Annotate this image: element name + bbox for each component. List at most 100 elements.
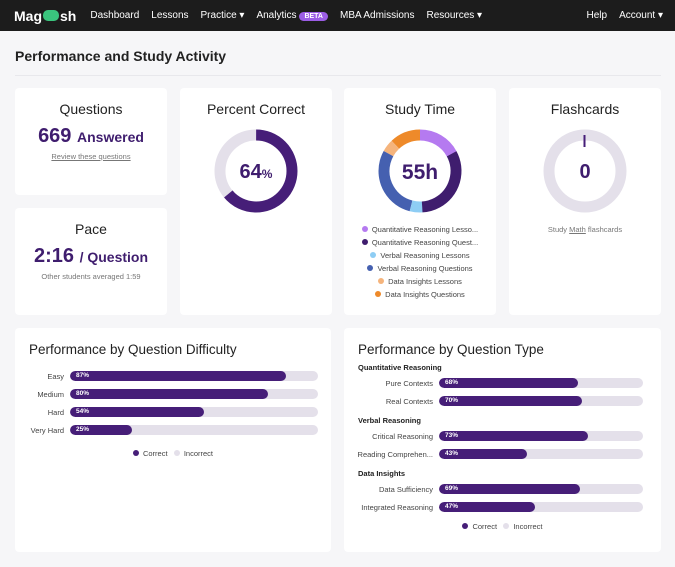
incorrect-dot <box>173 450 180 456</box>
bar-track: 43% <box>439 449 643 459</box>
card-title: Questions <box>59 101 123 117</box>
bar-track: 47% <box>439 502 643 512</box>
bar-fill: 87% <box>70 371 286 381</box>
questions-card: Questions 669 Answered Review these ques… <box>15 88 167 195</box>
question-type-card: Performance by Question Type Quantitativ… <box>344 328 661 552</box>
card-title: Performance by Question Type <box>358 342 544 357</box>
bar-track: 68% <box>439 378 643 388</box>
legend-item: Data Insights Questions <box>344 288 496 301</box>
pace-note: Other students averaged 1:59 <box>41 272 141 281</box>
bar-row: Pure Contexts 68% <box>344 374 661 392</box>
difficulty-card: Performance by Question Difficulty Easy 8… <box>15 328 331 552</box>
nav-mba-admissions[interactable]: MBA Admissions <box>340 10 414 21</box>
bar-row: Real Contexts 70% <box>344 392 661 410</box>
questions-count: 669 Answered <box>15 125 167 148</box>
bar-track: 73% <box>439 431 643 441</box>
bar-fill: 47% <box>439 502 535 512</box>
nav-help[interactable]: Help <box>586 10 607 21</box>
legend-item: Data Insights Lessons <box>344 275 496 288</box>
correct-dot <box>462 523 469 529</box>
bar-label: Hard <box>47 407 64 417</box>
bar-fill: 80% <box>70 389 269 399</box>
legend-label: Quantitative Reasoning Lesso... <box>371 225 479 234</box>
count-value: 669 <box>38 125 72 147</box>
legend-item: Verbal Reasoning Lessons <box>344 249 496 262</box>
card-title: Flashcards <box>550 101 620 117</box>
bar-label: Real Contexts <box>385 396 433 406</box>
note-post: flashcards <box>585 225 623 234</box>
nav-practice[interactable]: Practice ▾ <box>201 10 245 21</box>
nav-lessons[interactable]: Lessons <box>151 10 188 21</box>
card-title: Pace <box>75 221 107 237</box>
flashcards-note: Study Math flashcards <box>509 225 661 234</box>
flashcards-card: Flashcards 0 Study Math flashcards <box>509 88 661 315</box>
nav-resources[interactable]: Resources ▾ <box>426 10 482 21</box>
bar-row: Very Hard 25% <box>15 421 331 439</box>
legend-incorrect: Incorrect <box>183 449 214 458</box>
top-nav: Mag sh Dashboard Lessons Practice ▾ Analy… <box>0 0 675 31</box>
pace-card: Pace 2:16 / Question Other students aver… <box>15 208 167 315</box>
legend-incorrect: Incorrect <box>513 522 543 531</box>
bar-row: Integrated Reasoning 47% <box>344 498 661 516</box>
bar-label: Easy <box>47 371 64 381</box>
bar-label: Medium <box>37 389 64 399</box>
bar-track: 54% <box>70 407 318 417</box>
legend-item: Quantitative Reasoning Quest... <box>344 236 496 249</box>
percent-correct-donut: 64% <box>214 129 298 213</box>
bar-fill: 43% <box>439 449 527 459</box>
bar-track: 69% <box>439 484 643 494</box>
nav-account[interactable]: Account ▾ <box>619 10 663 21</box>
legend-correct: Correct <box>142 449 168 458</box>
bar-track: 70% <box>439 396 643 406</box>
incorrect-dot <box>503 523 510 529</box>
percent-value: 64% <box>240 161 273 183</box>
magoosh-logo[interactable]: Mag sh <box>14 8 76 24</box>
bar-row: Easy 87% <box>15 367 331 385</box>
study-time-legend: Quantitative Reasoning Lesso... Quantitat… <box>344 223 496 301</box>
bar-label: Data Sufficiency <box>378 484 433 494</box>
flashcards-value: 0 <box>579 161 590 183</box>
bar-row: Data Sufficiency 69% <box>344 480 661 498</box>
difficulty-bars: Easy 87% Medium 80% Hard 54% Very Hard 25% <box>15 367 331 439</box>
bar-fill: 70% <box>439 396 582 406</box>
bar-fill: 69% <box>439 484 580 494</box>
flashcards-donut: 0 <box>543 129 627 213</box>
legend-label: Verbal Reasoning Questions <box>377 264 473 273</box>
bar-row: Reading Comprehen... 43% <box>344 445 661 463</box>
bar-label: Pure Contexts <box>385 378 433 388</box>
legend-label: Quantitative Reasoning Quest... <box>371 238 479 247</box>
study-time-card: Study Time 55h Quantitative Reasoning Le… <box>344 88 496 315</box>
group-heading: Quantitative Reasoning <box>358 363 442 372</box>
bar-fill: 73% <box>439 431 588 441</box>
nav-analytics-label: Analytics <box>256 10 297 21</box>
legend-item: Quantitative Reasoning Lesso... <box>344 223 496 236</box>
legend-label: Data Insights Lessons <box>388 277 462 286</box>
divider <box>15 75 661 76</box>
question-type-bars: Quantitative Reasoning Pure Contexts 68% Re… <box>344 363 661 516</box>
card-title: Performance by Question Difficulty <box>29 342 237 357</box>
math-flashcards-link[interactable]: Math <box>569 225 586 234</box>
chart-legend: Correct Incorrect <box>15 449 331 458</box>
beta-badge: BETA <box>299 12 328 21</box>
legend-label: Data Insights Questions <box>385 290 465 299</box>
chart-legend: Correct Incorrect <box>344 522 661 531</box>
legend-item: Verbal Reasoning Questions <box>344 262 496 275</box>
card-title: Percent Correct <box>206 101 306 117</box>
legend-dot <box>361 239 368 245</box>
pace-value: 2:16 / Question <box>15 245 167 268</box>
bar-row: Critical Reasoning 73% <box>344 427 661 445</box>
bar-track: 80% <box>70 389 318 399</box>
nav-dashboard[interactable]: Dashboard <box>90 10 139 21</box>
correct-dot <box>132 450 139 456</box>
nav-analytics[interactable]: Analytics BETA <box>256 10 328 21</box>
study-time-value: 55h <box>402 161 438 184</box>
card-title: Study Time <box>384 101 456 117</box>
pace-unit: / Question <box>79 249 149 265</box>
legend-label: Verbal Reasoning Lessons <box>380 251 470 260</box>
review-questions-link[interactable]: Review these questions <box>51 152 130 161</box>
bar-label: Very Hard <box>30 425 64 435</box>
bar-fill: 54% <box>70 407 204 417</box>
bar-label: Integrated Reasoning <box>361 502 433 512</box>
legend-dot <box>378 278 385 284</box>
count-unit: Answered <box>77 129 144 145</box>
